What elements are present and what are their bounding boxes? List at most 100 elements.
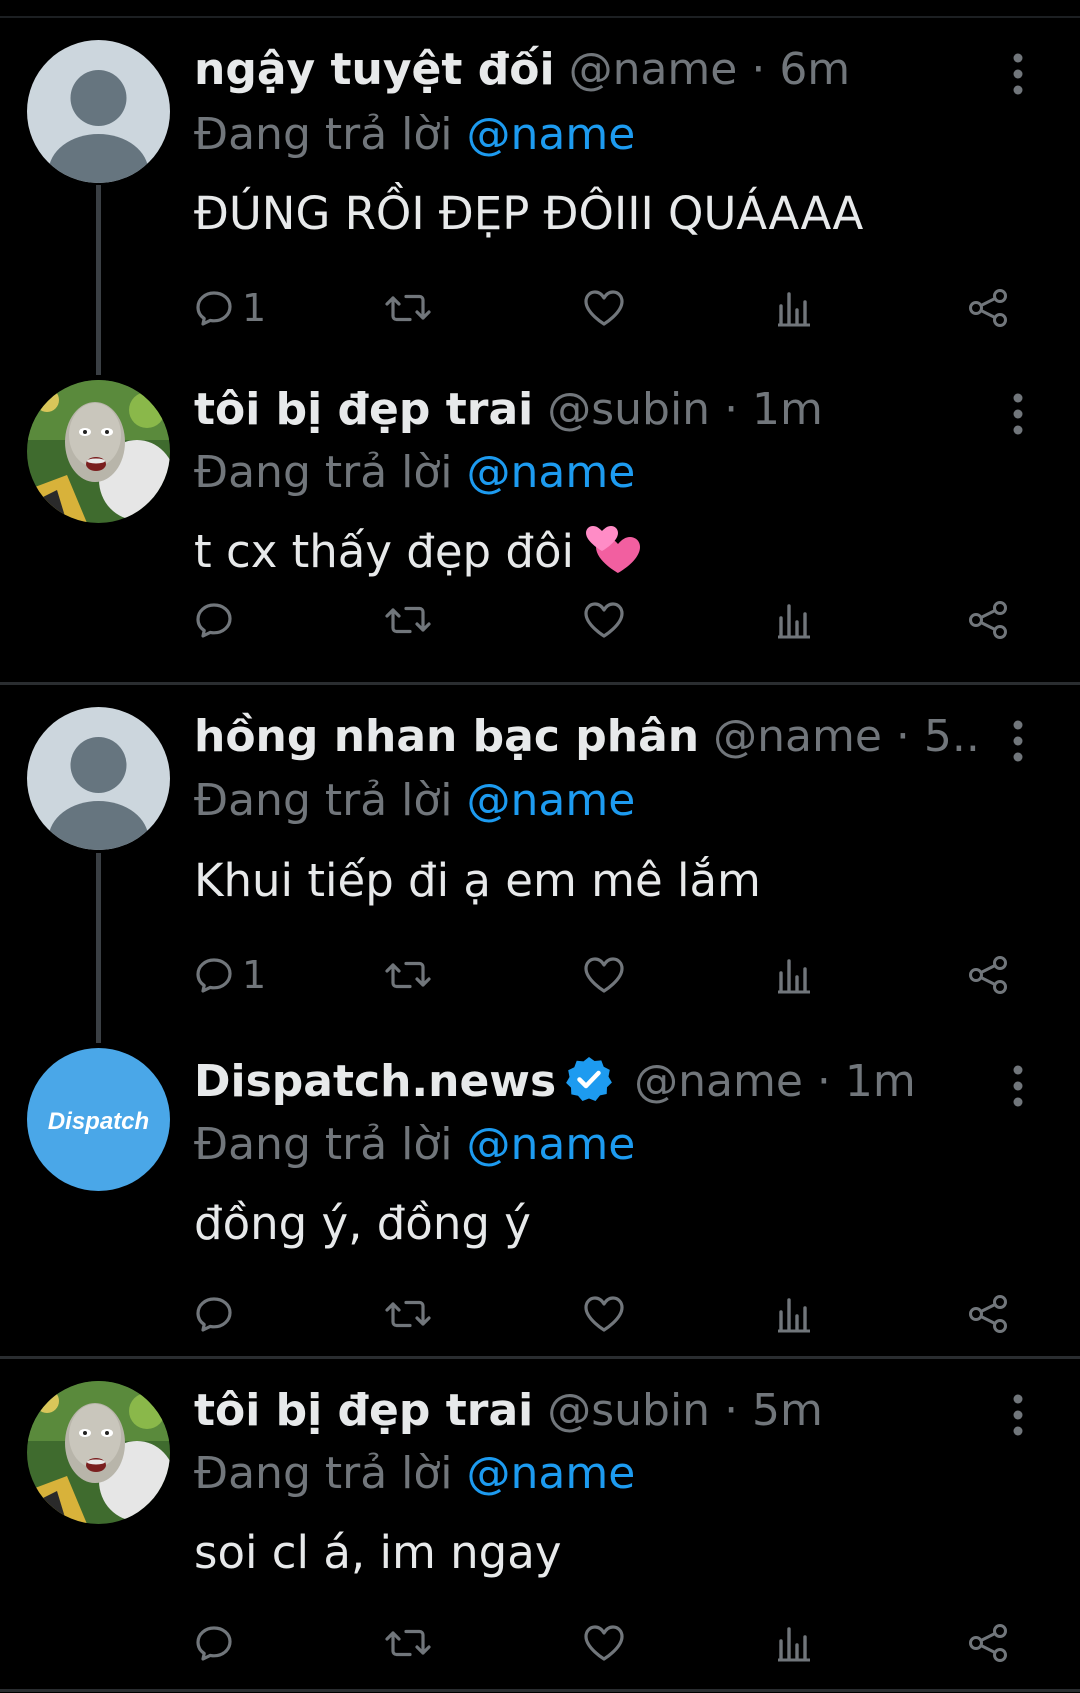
like-icon [584,290,624,326]
like-button[interactable] [582,592,626,648]
display-name[interactable]: ngậy tuyệt đối [194,44,555,95]
more-options-icon[interactable] [1008,52,1028,112]
tweet-header: Dispatch.news @name · 1m [194,1054,980,1110]
display-name[interactable]: tôi bị đẹp trai [194,384,533,435]
avatar[interactable]: Dispatch [27,1048,170,1191]
more-options-icon[interactable] [1008,1393,1028,1453]
mention-link[interactable]: @name [467,447,636,498]
replying-label: Đang trả lời [194,1119,453,1170]
avatar[interactable] [27,380,170,523]
like-button[interactable] [582,947,626,1003]
mention-link[interactable]: @name [467,1448,636,1499]
reply-button[interactable] [194,1615,242,1671]
share-button[interactable] [966,592,1010,648]
like-icon [584,602,624,638]
replying-to: Đang trả lời @name [194,1446,635,1502]
display-name[interactable]: tôi bị đẹp trai [194,1385,533,1436]
display-name[interactable]: Dispatch.news [194,1056,556,1107]
verified-badge-icon [564,1054,614,1104]
default-avatar-icon [27,40,170,183]
views-icon [778,1298,810,1333]
share-button[interactable] [966,280,1010,336]
timestamp[interactable]: · 6m [751,44,850,95]
handle[interactable]: @name [713,711,882,762]
handle[interactable]: @name [634,1056,803,1107]
share-button[interactable] [966,1615,1010,1671]
avatar[interactable] [27,707,170,850]
retweet-button[interactable] [384,280,432,336]
cartoon-face-avatar-icon [27,380,170,523]
reply-button[interactable]: 1 [194,947,266,1003]
handle[interactable]: @name [569,44,738,95]
handle[interactable]: @subin [547,384,710,435]
cartoon-face-avatar-icon [27,1381,170,1524]
retweet-button[interactable] [384,1615,432,1671]
mention-link[interactable]: @name [467,109,636,160]
replying-label: Đang trả lời [194,447,453,498]
views-button[interactable] [776,592,812,648]
mention-link[interactable]: @name [467,1119,636,1170]
tweet[interactable]: ngậy tuyệt đối @name · 6m Đang trả lời @… [0,0,1080,370]
replying-to: Đang trả lời @name [194,1117,635,1173]
share-icon [969,289,1007,327]
retweet-button[interactable] [384,1286,432,1342]
reply-icon [196,291,232,326]
views-button[interactable] [776,280,812,336]
action-bar [194,1286,1024,1342]
tweet[interactable]: Dispatch Dispatch.news @name · 1m Đang t… [0,1040,1080,1358]
views-icon [778,1627,810,1662]
tweet-text: đồng ý, đồng ý [194,1197,531,1250]
reply-icon [196,958,232,993]
timestamp[interactable]: · 1m [817,1056,916,1107]
tweet[interactable]: tôi bị đẹp trai @subin · 1m Đang trả lời… [0,370,1080,680]
tweet-header: tôi bị đẹp trai @subin · 1m [194,382,980,438]
share-button[interactable] [966,1286,1010,1342]
action-bar: 1 [194,947,1024,1003]
avatar[interactable] [27,1381,170,1524]
views-button[interactable] [776,1615,812,1671]
display-name[interactable]: hồng nhan bạc phân [194,711,699,762]
reply-button[interactable] [194,592,242,648]
reply-button[interactable]: 1 [194,280,266,336]
retweet-icon [385,606,431,634]
more-options-icon[interactable] [1008,1064,1028,1124]
replying-to: Đang trả lời @name [194,773,635,829]
timestamp[interactable]: · 1m [724,384,823,435]
views-icon [778,959,810,994]
retweet-button[interactable] [384,592,432,648]
like-button[interactable] [582,1615,626,1671]
retweet-icon [385,294,431,322]
share-icon [969,956,1007,994]
tweet[interactable]: hồng nhan bạc phân @name · 5... Đang trả… [0,685,1080,1040]
like-icon [584,957,624,993]
mention-link[interactable]: @name [467,775,636,826]
tweet-header: ngậy tuyệt đối @name · 6m [194,42,980,98]
share-icon [969,1624,1007,1662]
more-options-icon[interactable] [1008,719,1028,779]
retweet-icon [385,1300,431,1328]
tweet-text: soi cl á, im ngay [194,1526,562,1579]
dispatch-logo-text: Dispatch [48,1108,149,1135]
more-options-icon[interactable] [1008,392,1028,452]
action-bar [194,592,1024,648]
tweet[interactable]: tôi bị đẹp trai @subin · 5m Đang trả lời… [0,1359,1080,1689]
default-avatar-icon [27,707,170,850]
like-button[interactable] [582,280,626,336]
avatar[interactable] [27,40,170,183]
views-button[interactable] [776,1286,812,1342]
share-button[interactable] [966,947,1010,1003]
timestamp[interactable]: · 5... [896,711,980,762]
timestamp[interactable]: · 5m [724,1385,823,1436]
like-button[interactable] [582,1286,626,1342]
tweet-text: t cx thấy đẹp đôi [194,525,575,578]
tweet-header: tôi bị đẹp trai @subin · 5m [194,1383,980,1439]
reply-icon [196,603,232,638]
retweet-icon [385,1629,431,1657]
retweet-button[interactable] [384,947,432,1003]
share-icon [969,601,1007,639]
views-button[interactable] [776,947,812,1003]
reply-button[interactable] [194,1286,242,1342]
action-bar: 1 [194,280,1024,336]
two-hearts-emoji [584,525,642,577]
handle[interactable]: @subin [547,1385,710,1436]
